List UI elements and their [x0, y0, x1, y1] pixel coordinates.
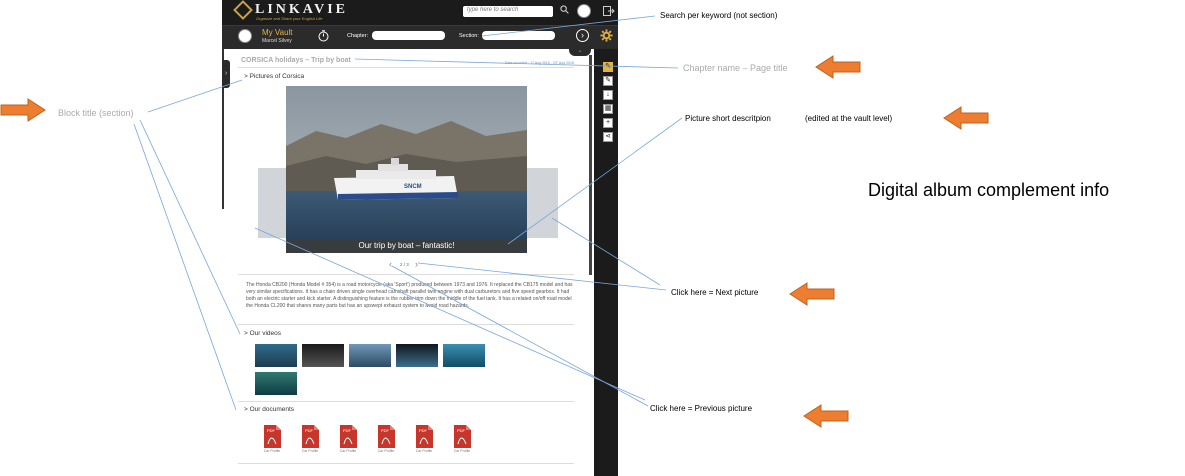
orange-arrow-left-icon [815, 55, 861, 79]
previous-annotation: Click here = Previous picture [650, 404, 753, 413]
callout-lines [133, 15, 683, 411]
chapter-annotation: Chapter name – Page title [683, 63, 788, 73]
orange-arrow-left-icon [803, 404, 849, 428]
picture-note-annotation: (edited at the vault level) [805, 114, 893, 123]
orange-arrow-right-icon [0, 98, 46, 122]
search-annotation: Search per keyword (not section) [660, 11, 778, 20]
orange-arrow-left-icon [789, 282, 835, 306]
album-annotation: Digital album complement info [868, 180, 1110, 200]
next-annotation: Click here = Next picture [671, 288, 759, 297]
orange-arrow-left-icon [943, 106, 989, 130]
block-title-annotation: Block title (section) [58, 108, 134, 118]
picture-annotation: Picture short descritpion [685, 114, 771, 123]
